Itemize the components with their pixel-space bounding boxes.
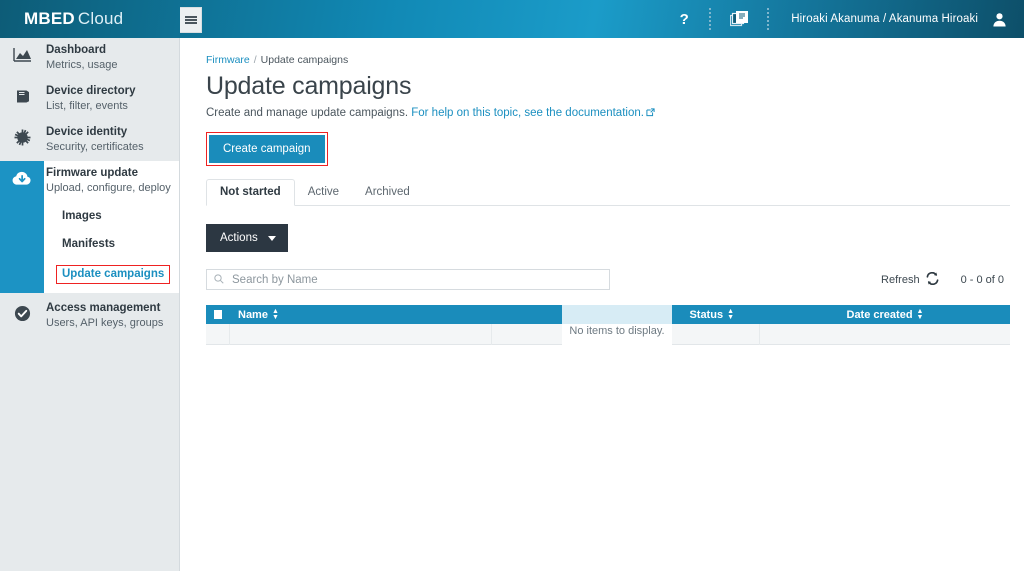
breadcrumb-current: Update campaigns	[260, 54, 349, 66]
header-divider-dots-2	[759, 0, 777, 38]
sidebar-item-device-directory-text: Device directory List, filter, events	[44, 79, 144, 120]
tab-not-started[interactable]: Not started	[206, 179, 295, 206]
sidebar-item-access-management-subtitle: Users, API keys, groups	[46, 317, 164, 329]
sidebar-item-dashboard-title: Dashboard	[46, 44, 107, 56]
table-cell-check	[206, 324, 230, 345]
sort-icon-name[interactable]: ▲ ▼	[272, 308, 279, 321]
external-link-icon[interactable]	[646, 108, 655, 120]
sidebar-item-firmware-update-subtitle: Upload, configure, deploy	[46, 182, 171, 194]
sort-icon-date-created[interactable]: ▲ ▼	[917, 308, 924, 321]
sidebar-subitem-images[interactable]: Images	[44, 202, 179, 230]
header-divider-dots-1	[701, 0, 719, 38]
refresh-icon	[926, 271, 939, 288]
column-header-date-created[interactable]: Date created ▲ ▼	[760, 305, 1010, 324]
actions-button[interactable]: Actions	[206, 224, 288, 252]
sidebar-subitem-update-campaigns-label: Update campaigns	[56, 265, 171, 284]
sidebar: Dashboard Metrics, usage Device director…	[0, 38, 180, 571]
sidebar-item-device-directory-subtitle: List, filter, events	[46, 100, 128, 112]
breadcrumb: Firmware / Update campaigns	[206, 54, 1010, 66]
breadcrumb-link-firmware[interactable]: Firmware	[206, 54, 250, 66]
page-title: Update campaigns	[206, 72, 412, 100]
sidebar-item-access-management[interactable]: Access management Users, API keys, group…	[0, 296, 179, 337]
table-cell-name	[230, 324, 492, 345]
search-input[interactable]	[230, 272, 602, 287]
brand-name-primary: MBED	[24, 9, 75, 28]
tab-active[interactable]: Active	[295, 180, 352, 205]
sidebar-item-firmware-update-text: Firmware update Upload, configure, deplo…	[44, 161, 179, 202]
documents-icon[interactable]	[719, 0, 759, 38]
page-description: Create and manage update campaigns. For …	[206, 107, 1010, 120]
table-toolbar-right: Refresh 0 - 0 of 0	[881, 271, 1010, 288]
sidebar-item-device-identity[interactable]: Device identity Security, certificates	[0, 120, 179, 161]
actions-row: Actions	[206, 224, 1010, 252]
search-row: Refresh 0 - 0 of 0	[206, 269, 1010, 290]
sidebar-item-device-directory[interactable]: Device directory List, filter, events	[0, 79, 179, 120]
empty-state-message: No items to display.	[562, 305, 672, 345]
column-header-date-created-label: Date created	[846, 308, 913, 321]
column-header-name[interactable]: Name ▲ ▼	[230, 305, 492, 324]
header-right-controls: ? Hiroaki Akanuma / Akanuma Hiroaki	[667, 0, 1024, 38]
page-description-text: Create and manage update campaigns.	[206, 107, 409, 119]
user-avatar-icon[interactable]	[988, 0, 1010, 38]
help-icon[interactable]: ?	[667, 0, 701, 38]
search-field-wrapper[interactable]	[206, 269, 610, 290]
check-circle-icon	[0, 296, 44, 337]
refresh-label: Refresh	[881, 273, 920, 286]
sidebar-subitem-manifests[interactable]: Manifests	[44, 230, 179, 258]
sidebar-item-firmware-update[interactable]: Firmware update Upload, configure, deplo…	[44, 161, 179, 202]
brand-name-secondary: Cloud	[77, 9, 124, 28]
sidebar-item-firmware-update-title: Firmware update	[46, 167, 139, 179]
campaign-status-tabs: Not started Active Archived	[206, 179, 1010, 206]
documentation-link[interactable]: For help on this topic, see the document…	[411, 107, 644, 119]
breadcrumb-separator: /	[253, 54, 257, 66]
sidebar-item-device-identity-text: Device identity Security, certificates	[44, 120, 152, 161]
sidebar-firmware-update-body: Firmware update Upload, configure, deplo…	[44, 161, 179, 293]
main-content: Firmware / Update campaigns Update campaig…	[181, 38, 1024, 571]
hamburger-menu-icon[interactable]	[180, 7, 202, 33]
column-header-name-label: Name	[238, 308, 268, 321]
create-campaign-highlight: Create campaign	[206, 132, 328, 166]
actions-button-label: Actions	[220, 232, 258, 244]
pagination-count: 0 - 0 of 0	[960, 273, 1004, 286]
sidebar-item-dashboard[interactable]: Dashboard Metrics, usage	[0, 38, 179, 79]
sidebar-item-firmware-update-group: Firmware update Upload, configure, deplo…	[0, 161, 179, 293]
sidebar-item-dashboard-text: Dashboard Metrics, usage	[44, 38, 126, 79]
search-icon	[214, 271, 224, 289]
create-campaign-button[interactable]: Create campaign	[209, 135, 325, 163]
sidebar-item-device-directory-title: Device directory	[46, 85, 136, 97]
user-name-label[interactable]: Hiroaki Akanuma / Akanuma Hiroaki	[777, 0, 988, 38]
sidebar-item-access-management-title: Access management	[46, 302, 161, 314]
campaigns-table: Name ▲ ▼ Status ▲ ▼ Date created ▲ ▼ No ite…	[206, 305, 1010, 345]
sidebar-item-device-identity-title: Device identity	[46, 126, 128, 138]
column-header-status-label: Status	[689, 308, 724, 321]
hamburger-bars	[184, 15, 197, 25]
table-cell-date-created	[760, 324, 1010, 345]
book-icon	[0, 79, 44, 120]
app-logo[interactable]: MBED Cloud	[24, 9, 123, 29]
sidebar-item-device-identity-subtitle: Security, certificates	[46, 141, 144, 153]
tab-archived[interactable]: Archived	[352, 180, 423, 205]
sidebar-subitem-update-campaigns[interactable]: Update campaigns	[44, 258, 179, 293]
sidebar-item-dashboard-subtitle: Metrics, usage	[46, 59, 118, 71]
checkbox-box	[214, 310, 222, 319]
sidebar-item-access-management-text: Access management Users, API keys, group…	[44, 296, 171, 337]
refresh-button[interactable]: Refresh	[881, 271, 939, 288]
select-all-checkbox[interactable]	[206, 305, 230, 324]
chevron-down-icon	[267, 235, 276, 241]
gear-icon	[0, 120, 44, 161]
sort-icon-status[interactable]: ▲ ▼	[727, 308, 734, 321]
top-header-bar: MBED Cloud ? Hiroaki Akanuma / Akanuma Hi…	[0, 0, 1024, 38]
chart-icon	[0, 38, 44, 79]
cloud-download-icon	[0, 161, 44, 293]
